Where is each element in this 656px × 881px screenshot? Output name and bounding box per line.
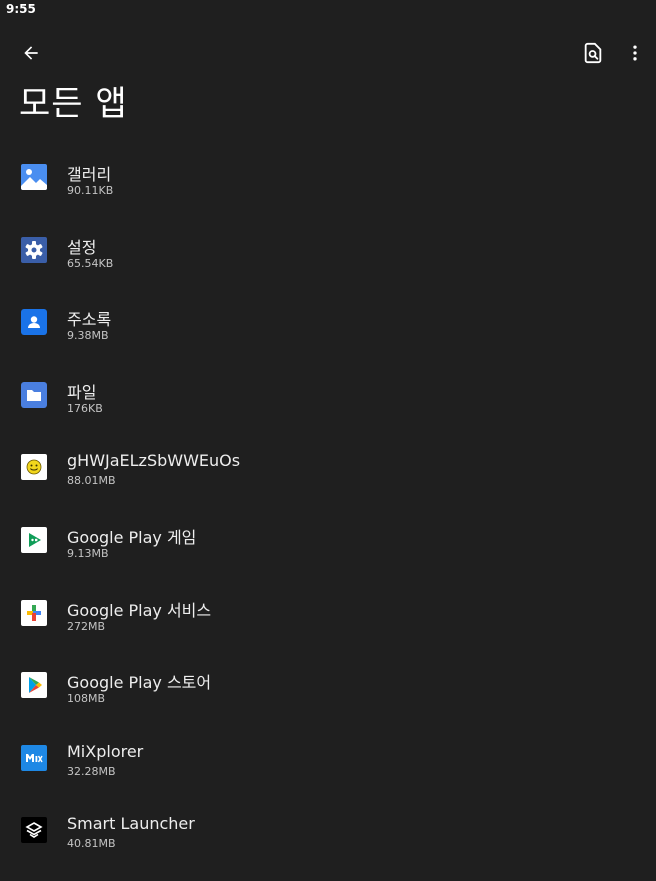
play-store-icon [21,672,47,699]
contacts-icon [21,309,47,336]
app-size: 108MB [67,692,106,706]
mixplorer-icon [21,744,47,771]
app-list-item[interactable]: 주소록 9.38MB [0,285,656,358]
page-search-icon [584,42,602,64]
app-list: 갤러리 90.11KB 설정 65.54KB 주소록 9.38MB 파일 176… [0,140,656,866]
app-size: 9.13MB [67,546,109,560]
app-list-item[interactable]: 갤러리 90.11KB [0,140,656,213]
app-size: 40.81MB [67,837,116,851]
app-list-item[interactable]: MiXplorer 32.28MB [0,721,656,794]
app-name: gHWJaELzSbWWEuOs [67,451,241,471]
app-name: MiXplorer [67,741,144,761]
smart-launcher-icon [21,817,47,844]
search-in-page-button[interactable] [577,37,609,69]
app-list-item[interactable]: Google Play 서비스 272MB [0,576,656,649]
app-size: 88.01MB [67,474,116,488]
gallery-icon [21,164,47,190]
app-size: 272MB [67,619,106,633]
arrow-left-icon [24,46,38,60]
play-games-icon [21,526,47,553]
app-name: 설정 [67,237,97,257]
app-list-item[interactable]: 파일 176KB [0,358,656,431]
app-name: Smart Launcher [67,814,195,834]
back-button[interactable] [15,37,47,69]
status-bar: 9:55 [0,0,656,22]
status-time: 9:55 [6,2,36,16]
app-size: 9.38MB [67,329,109,343]
app-list-item[interactable]: Google Play 게임 9.13MB [0,503,656,576]
play-services-icon [21,599,47,626]
app-size: 90.11KB [67,184,114,197]
app-size: 32.28MB [67,764,116,778]
files-icon [21,381,47,408]
settings-icon [21,236,47,263]
smiley-icon [21,454,47,481]
app-name: Google Play 서비스 [67,600,212,620]
app-name: 주소록 [67,310,112,330]
app-name: 파일 [67,382,97,402]
app-list-item[interactable]: Smart Launcher 40.81MB [0,793,656,866]
more-vert-icon [633,45,637,61]
app-list-item[interactable]: 설정 65.54KB [0,213,656,286]
more-options-button[interactable] [619,37,651,69]
app-size: 176KB [67,401,103,415]
app-name: 갤러리 [67,165,112,184]
app-name: Google Play 게임 [67,527,197,547]
app-list-item[interactable]: gHWJaELzSbWWEuOs 88.01MB [0,430,656,503]
app-size: 65.54KB [67,256,114,270]
app-list-item[interactable]: Google Play 스토어 108MB [0,648,656,721]
app-name: Google Play 스토어 [67,673,212,693]
page-title: 모든 앱 [19,84,128,124]
